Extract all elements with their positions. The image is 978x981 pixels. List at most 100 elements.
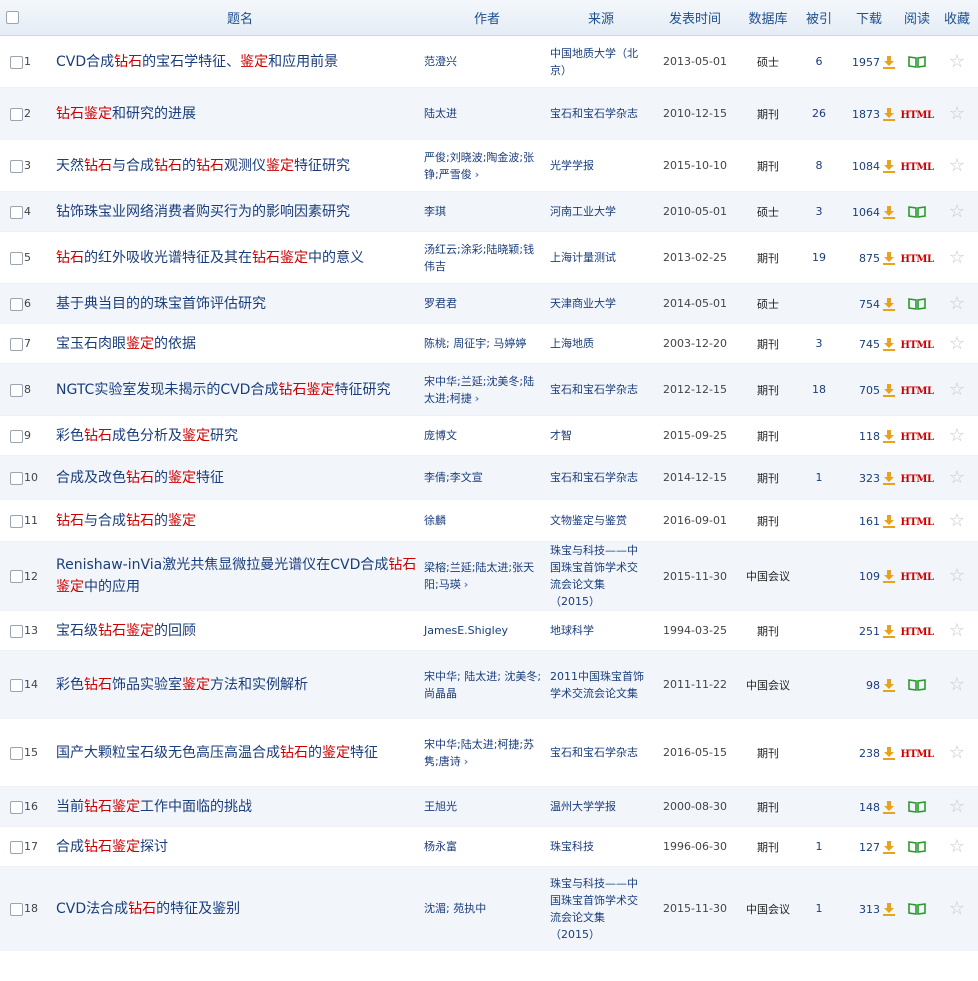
download-icon[interactable] (882, 337, 896, 351)
download-cell[interactable]: 109 (840, 541, 898, 611)
author-cell[interactable]: 宋中华;兰延;沈美冬;陆太进;柯捷 › (424, 363, 550, 416)
author-cell[interactable]: 汤红云;涂彩;陆晓颖;钱伟吉 (424, 231, 550, 284)
row-checkbox[interactable] (10, 570, 23, 583)
download-cell[interactable]: 251 (840, 610, 898, 651)
cited-count[interactable]: 26 (798, 87, 840, 140)
download-cell[interactable]: 1084 (840, 139, 898, 192)
title-link[interactable]: 宝石级钻石鉴定的回顾 (56, 610, 424, 651)
author-cell[interactable]: 梁榕;兰延;陆太进;张天阳;马瑛 › (424, 541, 550, 611)
author-names[interactable]: 陆太进 (424, 107, 457, 120)
source-link[interactable]: 文物鉴定与鉴赏 (550, 499, 652, 542)
cited-count[interactable]: 1 (798, 826, 840, 867)
download-cell[interactable]: 754 (840, 283, 898, 324)
author-names[interactable]: 王旭光 (424, 800, 457, 813)
download-cell[interactable]: 148 (840, 786, 898, 827)
download-cell[interactable]: 323 (840, 455, 898, 500)
cited-count[interactable]: 18 (798, 363, 840, 416)
download-cell[interactable]: 705 (840, 363, 898, 416)
select-all[interactable] (0, 0, 24, 36)
download-cell[interactable]: 745 (840, 323, 898, 364)
download-cell[interactable]: 313 (840, 866, 898, 951)
html-read-link[interactable]: HTML (901, 627, 935, 638)
favorite-star-icon[interactable]: ☆ (949, 201, 965, 222)
download-icon[interactable] (882, 471, 896, 485)
download-icon[interactable] (882, 902, 896, 916)
expand-authors-icon[interactable]: › (464, 753, 469, 770)
author-names[interactable]: 徐麟 (424, 514, 446, 527)
row-checkbox[interactable] (10, 902, 23, 916)
download-icon[interactable] (882, 429, 896, 443)
source-link[interactable]: 珠宝科技 (550, 826, 652, 867)
cited-count[interactable] (798, 283, 840, 324)
cited-count[interactable] (798, 786, 840, 827)
author-cell[interactable]: 严俊;刘晓波;陶金波;张铮;严雪俊 › (424, 139, 550, 192)
author-names[interactable]: 李琪 (424, 205, 446, 218)
title-link[interactable]: 彩色钻石成色分析及鉴定研究 (56, 415, 424, 456)
author-names[interactable]: JamesE.Shigley (424, 624, 508, 637)
download-icon[interactable] (882, 159, 896, 173)
download-cell[interactable]: 127 (840, 826, 898, 867)
source-link[interactable]: 宝石和宝石学杂志 (550, 455, 652, 500)
download-icon[interactable] (882, 514, 896, 528)
author-cell[interactable]: 李倩;李文宣 (424, 455, 550, 500)
title-link[interactable]: 彩色钻石饰品实验室鉴定方法和实例解析 (56, 650, 424, 719)
book-read-icon[interactable] (908, 841, 926, 853)
row-checkbox[interactable] (10, 624, 23, 638)
cited-count[interactable]: 1 (798, 455, 840, 500)
cited-count[interactable]: 6 (798, 35, 840, 88)
source-link[interactable]: 上海计量测试 (550, 231, 652, 284)
title-link[interactable]: 钻石的红外吸收光谱特征及其在钻石鉴定中的意义 (56, 231, 424, 284)
html-read-link[interactable]: HTML (901, 110, 935, 121)
row-checkbox[interactable] (10, 251, 23, 265)
source-link[interactable]: 宝石和宝石学杂志 (550, 87, 652, 140)
author-cell[interactable]: 李琪 (424, 191, 550, 232)
author-names[interactable]: 范澄兴 (424, 55, 457, 68)
cited-count[interactable] (798, 610, 840, 651)
expand-authors-icon[interactable]: › (475, 166, 480, 183)
row-checkbox[interactable] (10, 514, 23, 528)
html-read-link[interactable]: HTML (901, 474, 935, 485)
download-cell[interactable]: 98 (840, 650, 898, 719)
cited-count[interactable]: 3 (798, 323, 840, 364)
author-names[interactable]: 沈湄; 苑执中 (424, 902, 486, 915)
title-link[interactable]: 钻石鉴定和研究的进展 (56, 87, 424, 140)
cited-count[interactable]: 3 (798, 191, 840, 232)
download-cell[interactable]: 161 (840, 499, 898, 542)
title-link[interactable]: CVD法合成钻石的特征及鉴别 (56, 866, 424, 951)
download-cell[interactable]: 1957 (840, 35, 898, 88)
col-download[interactable]: 下载 (840, 0, 898, 36)
row-checkbox[interactable] (10, 800, 23, 814)
source-link[interactable]: 珠宝与科技——中国珠宝首饰学术交流会论文集（2015） (550, 866, 652, 951)
author-cell[interactable]: 陈桃; 周征宇; 马婷婷 (424, 323, 550, 364)
col-source[interactable]: 来源 (550, 0, 652, 36)
title-link[interactable]: Renishaw-inVia激光共焦显微拉曼光谱仪在CVD合成钻石鉴定中的应用 (56, 541, 424, 611)
download-icon[interactable] (882, 297, 896, 311)
favorite-star-icon[interactable]: ☆ (949, 425, 965, 446)
download-icon[interactable] (882, 55, 896, 69)
author-cell[interactable]: 王旭光 (424, 786, 550, 827)
author-names[interactable]: 庞博文 (424, 429, 457, 442)
book-read-icon[interactable] (908, 298, 926, 310)
favorite-star-icon[interactable]: ☆ (949, 103, 965, 124)
author-cell[interactable]: 范澄兴 (424, 35, 550, 88)
author-cell[interactable]: 罗君君 (424, 283, 550, 324)
download-icon[interactable] (882, 624, 896, 638)
author-names[interactable]: 宋中华;陆太进;柯捷;苏隽;唐诗 (424, 738, 534, 768)
title-link[interactable]: 天然钻石与合成钻石的钻石观测仪鉴定特征研究 (56, 139, 424, 192)
author-cell[interactable]: 庞博文 (424, 415, 550, 456)
download-cell[interactable]: 1064 (840, 191, 898, 232)
book-read-icon[interactable] (908, 56, 926, 68)
source-link[interactable]: 珠宝与科技——中国珠宝首饰学术交流会论文集（2015） (550, 541, 652, 611)
title-link[interactable]: 合成及改色钻石的鉴定特征 (56, 455, 424, 500)
favorite-star-icon[interactable]: ☆ (949, 510, 965, 531)
col-date[interactable]: 发表时间 (652, 0, 738, 36)
source-link[interactable]: 光学学报 (550, 139, 652, 192)
source-link[interactable]: 才智 (550, 415, 652, 456)
download-icon[interactable] (882, 746, 896, 760)
source-link[interactable]: 地球科学 (550, 610, 652, 651)
author-cell[interactable]: 杨永富 (424, 826, 550, 867)
author-cell[interactable]: 陆太进 (424, 87, 550, 140)
download-cell[interactable]: 1873 (840, 87, 898, 140)
download-icon[interactable] (882, 383, 896, 397)
favorite-star-icon[interactable]: ☆ (949, 247, 965, 268)
